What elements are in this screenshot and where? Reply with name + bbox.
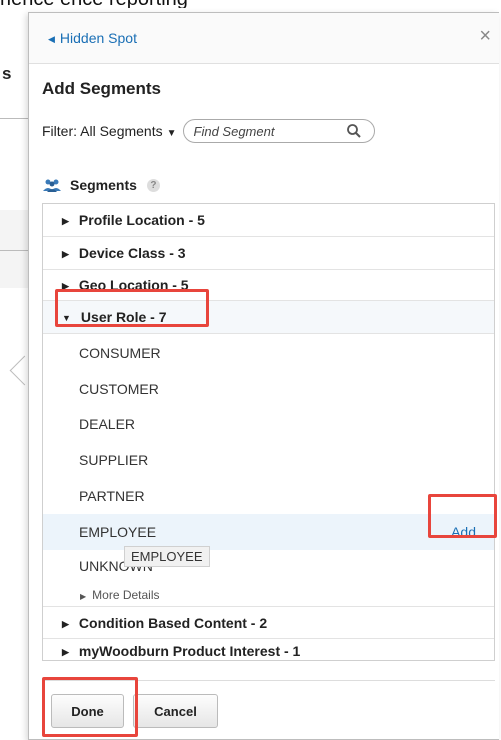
back-link[interactable]: ◀ Hidden Spot <box>48 30 137 46</box>
add-segment-button[interactable]: Add <box>451 524 476 540</box>
search-icon[interactable] <box>346 123 362 139</box>
done-button[interactable]: Done <box>51 694 124 728</box>
expand-arrow-icon: ▶ <box>62 619 69 629</box>
segment-item-dealer[interactable]: DEALER <box>79 416 135 432</box>
more-details-label: More Details <box>92 588 160 602</box>
add-segments-dialog: ◀ Hidden Spot × Add Segments Filter: All … <box>28 12 499 740</box>
segment-item-partner[interactable]: PARTNER <box>79 488 145 504</box>
expand-arrow-icon: ▶ <box>62 249 69 259</box>
segment-group-geo-location[interactable]: ▶ Geo Location - 5 <box>43 270 494 301</box>
dialog-title: Add Segments <box>42 79 162 98</box>
background-divider <box>0 118 30 119</box>
footer-divider <box>42 680 495 681</box>
expand-arrow-icon: ▶ <box>62 281 69 291</box>
expand-arrow-icon: ▶ <box>80 592 87 601</box>
segment-group-device-class[interactable]: ▶ Device Class - 3 <box>43 237 494 270</box>
background-page-header: rience ence reporting <box>0 0 501 8</box>
back-link-label: Hidden Spot <box>59 30 137 46</box>
background-panel <box>0 210 30 288</box>
segment-group-label: User Role - 7 <box>80 309 167 325</box>
filter-dropdown[interactable]: Filter: All Segments ▼ <box>42 123 183 139</box>
expand-arrow-icon: ▶ <box>62 647 69 657</box>
filter-label: Filter: All Segments <box>42 123 163 139</box>
background-header-text: rience ence reporting <box>0 0 188 8</box>
expand-arrow-icon: ▶ <box>62 216 69 226</box>
filter-row: Filter: All Segments ▼ Find Segment <box>42 119 375 143</box>
cancel-button[interactable]: Cancel <box>133 694 218 728</box>
more-details-link[interactable]: ▶ More Details <box>80 588 160 602</box>
tooltip: EMPLOYEE <box>124 546 210 567</box>
segment-item-supplier[interactable]: SUPPLIER <box>79 452 148 468</box>
users-icon <box>43 179 61 192</box>
segments-list: ▶ Profile Location - 5 ▶ Device Class - 3 … <box>42 203 495 661</box>
segment-item-consumer[interactable]: CONSUMER <box>79 345 161 361</box>
close-icon[interactable]: × <box>479 25 491 48</box>
segment-group-condition-based-content[interactable]: ▶ Condition Based Content - 2 <box>43 606 494 639</box>
segment-group-label: Device Class - 3 <box>78 245 186 261</box>
segment-group-label: myWoodburn Product Interest - 1 <box>78 643 301 659</box>
search-input[interactable]: Find Segment <box>182 119 375 143</box>
segment-group-label: Condition Based Content - 2 <box>78 615 268 631</box>
help-icon[interactable]: ? <box>146 178 160 192</box>
search-placeholder: Find Segment <box>193 123 275 139</box>
chevron-down-icon: ▼ <box>166 128 177 139</box>
segment-group-label: Profile Location - 5 <box>78 212 205 228</box>
segment-group-mywoodburn-product-interest[interactable]: ▶ myWoodburn Product Interest - 1 <box>43 639 494 660</box>
segments-header: Segments ? <box>42 177 160 193</box>
dialog-header: ◀ Hidden Spot × <box>29 13 499 64</box>
collapse-arrow-icon: ▼ <box>62 313 71 323</box>
segment-group-label: Geo Location - 5 <box>78 277 189 293</box>
segments-title: Segments <box>70 177 137 193</box>
segment-item-customer[interactable]: CUSTOMER <box>79 381 159 397</box>
segment-group-profile-location[interactable]: ▶ Profile Location - 5 <box>43 204 494 237</box>
back-arrow-icon: ◀ <box>48 34 55 44</box>
segment-group-user-role[interactable]: ▼ User Role - 7 <box>43 301 494 334</box>
segment-item-employee[interactable]: EMPLOYEE <box>79 524 156 540</box>
background-side-text: s <box>2 64 12 83</box>
background-divider <box>0 250 30 251</box>
